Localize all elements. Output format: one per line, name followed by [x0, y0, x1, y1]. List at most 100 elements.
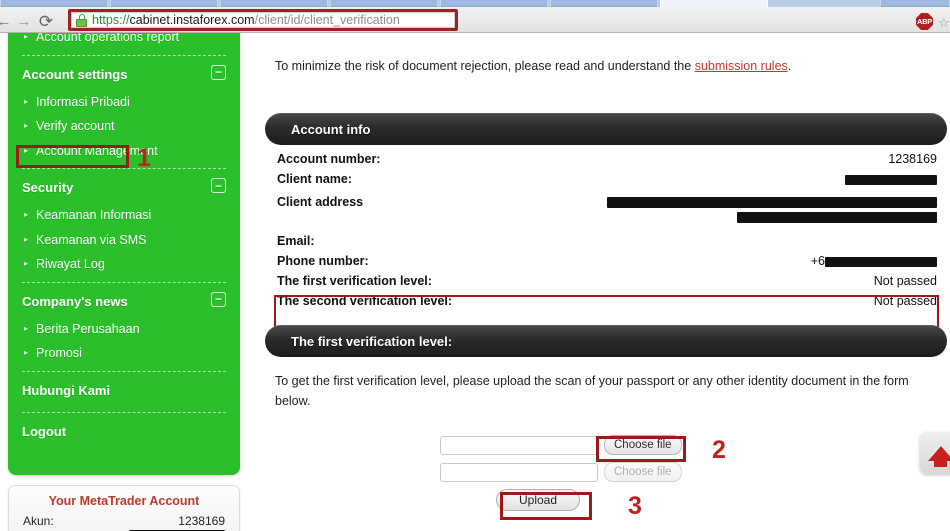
sidebar-item-label: Berita Perusahaan: [36, 321, 140, 336]
table-row: The second verification level: Not passe…: [277, 291, 937, 311]
intro-text-before: To minimize the risk of document rejecti…: [275, 59, 695, 73]
browser-tab[interactable]: [550, 0, 658, 7]
browser-tab-active[interactable]: [660, 0, 768, 7]
sidebar-item-berita-perusahaan[interactable]: ▸ Berita Perusahaan: [22, 317, 226, 342]
chevron-right-icon: ▸: [24, 234, 29, 244]
main-content: To minimize the risk of document rejecti…: [262, 33, 950, 531]
sidebar-group-companys-news[interactable]: Company's news −: [22, 285, 226, 317]
chevron-right-icon: ▸: [24, 96, 29, 106]
redacted-value: [737, 212, 937, 224]
upload-form: Choose file Choose file Upload: [262, 435, 950, 518]
browser-tab[interactable]: [330, 0, 438, 7]
annotation-number-2: 2: [712, 436, 726, 464]
lock-icon: [76, 13, 87, 27]
submission-rules-link[interactable]: submission rules: [695, 59, 788, 73]
row-label: Client name:: [277, 172, 353, 186]
sidebar-group-account-settings[interactable]: Account settings −: [22, 58, 226, 90]
browser-toolbar: ← → ⟳ https://cabinet.instaforex.com/cli…: [0, 7, 950, 33]
annotation-number-1: 1: [137, 144, 151, 172]
row-value: +6: [811, 254, 937, 268]
sidebar-item-keamanan-informasi[interactable]: ▸ Keamanan Informasi: [22, 203, 226, 228]
chevron-right-icon: ▸: [24, 210, 29, 220]
reload-icon[interactable]: ⟳: [36, 11, 56, 31]
sidebar: ▸ Account operations report Account sett…: [8, 33, 240, 475]
file-row-1: Choose file: [262, 435, 950, 455]
scroll-to-top-button[interactable]: [920, 432, 950, 474]
browser-tab[interactable]: [880, 0, 950, 7]
sidebar-item-label: Keamanan Informasi: [36, 208, 152, 222]
table-row: Client address: [277, 189, 937, 231]
phone-prefix: +6: [810, 254, 825, 269]
collapse-icon[interactable]: −: [211, 291, 226, 307]
clipped-text-line: [262, 33, 950, 43]
url-host: cabinet.instaforex.com: [129, 13, 255, 27]
sidebar-item-account-operations-report[interactable]: ▸ Account operations report: [22, 33, 226, 50]
sidebar-group-label: Account settings: [22, 66, 128, 82]
sidebar-item-promosi[interactable]: ▸ Promosi: [22, 341, 226, 366]
table-row: Client name:: [277, 169, 937, 189]
forward-arrow-icon[interactable]: →: [14, 11, 34, 31]
sidebar-group-security[interactable]: Security −: [22, 171, 226, 203]
metatrader-row-akun: Akun: 1238169: [23, 513, 225, 529]
sidebar-item-informasi-pribadi[interactable]: ▸ Informasi Pribadi: [22, 90, 226, 115]
back-arrow-icon[interactable]: ←: [0, 11, 14, 31]
row-label: Account number:: [277, 152, 381, 166]
first-level-instructions: To get the first verification level, ple…: [275, 374, 909, 408]
collapse-icon[interactable]: −: [211, 64, 226, 80]
file-path-input-2[interactable]: [440, 462, 598, 482]
row-label: The first verification level:: [277, 274, 432, 289]
row-value: 1238169: [888, 152, 937, 166]
sidebar-item-keamanan-via-sms[interactable]: ▸ Keamanan via SMS: [22, 228, 226, 253]
redacted-value: [825, 256, 937, 267]
chevron-right-icon: ▸: [24, 121, 29, 131]
sidebar-item-verify-account[interactable]: ▸ Verify account: [22, 114, 226, 139]
first-verification-level-heading: The first verification level:: [265, 325, 947, 357]
sidebar-group-label: Company's news: [22, 293, 128, 309]
table-row: Email:: [277, 231, 937, 251]
row-label: Email:: [277, 234, 315, 249]
sidebar-item-label: Promosi: [36, 346, 82, 360]
browser-tab[interactable]: [0, 0, 108, 7]
row-label: Client address: [277, 195, 364, 209]
browser-tab[interactable]: [110, 0, 218, 7]
star-icon[interactable]: ☆: [938, 15, 950, 31]
browser-tab-strip: [0, 0, 950, 7]
sidebar-item-label: Verify account: [36, 119, 115, 133]
sidebar-item-account-management[interactable]: ▸ Account Management: [22, 139, 226, 164]
sidebar-item-logout[interactable]: Logout: [22, 415, 226, 448]
sidebar-item-label: Riwayat Log: [36, 257, 105, 271]
upload-button[interactable]: Upload: [496, 489, 581, 511]
annotation-number-3: 3: [628, 492, 642, 520]
url-bar[interactable]: https://cabinet.instaforex.com/client/id…: [71, 12, 455, 28]
metatrader-panel-title: Your MetaTrader Account: [48, 494, 200, 508]
row-label: Phone number:: [277, 254, 369, 269]
table-row: Account number: 1238169: [277, 149, 937, 169]
adblock-plus-icon[interactable]: ABP: [916, 13, 933, 30]
metatrader-account-panel: Your MetaTrader Account Akun: 1238169 Na…: [8, 485, 240, 531]
row-value: Not passed: [873, 274, 937, 289]
collapse-icon[interactable]: −: [211, 178, 226, 193]
file-path-input-1[interactable]: [440, 435, 598, 455]
url-text: https://cabinet.instaforex.com/client/id…: [92, 13, 400, 27]
divider: [22, 54, 226, 56]
table-row: Phone number: +6: [277, 251, 937, 271]
chevron-right-icon: ▸: [24, 348, 29, 358]
intro-text-after: .: [787, 59, 792, 73]
account-info-heading: Account info: [265, 113, 947, 145]
choose-file-button-1[interactable]: Choose file: [604, 435, 682, 455]
metatrader-label: Akun:: [23, 514, 54, 528]
sidebar-group-label: Security: [22, 180, 74, 195]
url-bar-highlight: https://cabinet.instaforex.com/client/id…: [68, 9, 458, 31]
sidebar-item-label: Keamanan via SMS: [36, 232, 147, 247]
redacted-value: [607, 197, 937, 209]
browser-tab[interactable]: [440, 0, 548, 7]
account-info-table: Account number: 1238169 Client name: Cli…: [277, 149, 937, 311]
browser-tab[interactable]: [220, 0, 328, 7]
row-value: Not passed: [873, 294, 937, 309]
url-scheme: https://: [92, 13, 130, 27]
sidebar-item-riwayat-log[interactable]: ▸ Riwayat Log: [22, 252, 226, 277]
sidebar-item-label: Account operations report: [36, 33, 180, 44]
sidebar-item-hubungi-kami[interactable]: Hubungi Kami: [22, 374, 226, 407]
chevron-right-icon: ▸: [24, 33, 29, 42]
choose-file-button-2: Choose file: [604, 462, 682, 482]
